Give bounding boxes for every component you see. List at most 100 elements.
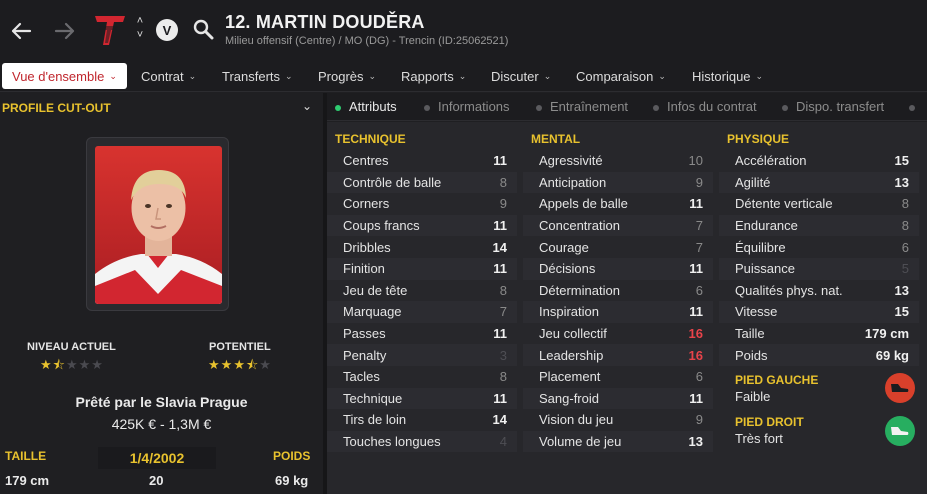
attribute-value: 8 (901, 196, 909, 212)
attribute-name: Jeu de tête (343, 282, 408, 298)
attribute-row[interactable]: Dribbles 14 (327, 236, 517, 258)
attribute-name: Vitesse (735, 304, 778, 320)
attribute-value: 15 (894, 304, 909, 320)
attribute-row[interactable]: Finition 11 (327, 257, 517, 280)
attribute-value: 8 (901, 218, 909, 234)
attribute-row[interactable]: Décisions 11 (523, 257, 713, 280)
attribute-row[interactable]: Penalty 3 (327, 344, 517, 366)
right-foot-value: Très fort (735, 431, 783, 446)
attribute-value: 7 (695, 218, 703, 234)
menu-compare[interactable]: Comparaison ⌄ (572, 63, 670, 89)
attribute-row[interactable]: Anticipation 9 (523, 171, 713, 194)
attribute-row[interactable]: Détermination 6 (523, 280, 713, 302)
attribute-name: Qualités phys. nat. (735, 282, 843, 298)
tab-more[interactable] (909, 99, 923, 114)
chevron-down-icon: ⌄ (543, 70, 552, 81)
menu-label: Discuter (491, 68, 539, 84)
player-photo-frame (86, 137, 229, 311)
attribute-row[interactable]: Accélération 15 (719, 150, 919, 172)
attribute-row[interactable]: Tirs de loin 14 (327, 409, 517, 431)
attribute-row[interactable]: Détente verticale 8 (719, 193, 919, 215)
search-icon[interactable] (192, 18, 216, 42)
attributes-panel: TECHNIQUE Centres 11 Contrôle de balle 8 Cor… (327, 122, 927, 494)
attribute-row[interactable]: Agilité 13 (719, 171, 919, 194)
tab-label: Informations (438, 99, 510, 114)
tab-information[interactable]: Informations (424, 99, 510, 114)
menu-progress[interactable]: Progrès ⌄ (314, 63, 380, 89)
attribute-row[interactable]: Tacles 8 (327, 366, 517, 388)
attribute-row[interactable]: Placement 6 (523, 366, 713, 388)
profile-panel-title: PROFILE CUT-OUT (2, 101, 111, 115)
attribute-name: Taille (735, 326, 765, 342)
right-foot-label: PIED DROIT (735, 415, 804, 429)
chevron-down-icon: ⌄ (755, 70, 764, 81)
tab-contract-info[interactable]: Infos du contrat (653, 99, 757, 114)
tab-training[interactable]: Entraînement (536, 99, 628, 114)
height-value: 179 cm (5, 473, 50, 488)
v-badge[interactable]: V (156, 19, 178, 41)
chevron-down-icon[interactable]: ⌄ (302, 99, 312, 113)
attribute-row[interactable]: Marquage 7 (327, 301, 517, 323)
switch-club-arrows-icon[interactable]: ˄ ˅ (133, 14, 147, 46)
attribute-value: 15 (894, 153, 909, 169)
attribute-row[interactable]: Appels de balle 11 (523, 193, 713, 215)
attribute-value: 9 (499, 196, 507, 212)
profile-panel: PROFILE CUT-OUT ⌄ NIVEAU ACTUEL ★⯪★★★ PO… (0, 93, 323, 494)
attribute-value: 4 (499, 434, 507, 450)
attribute-row[interactable]: Courage 7 (523, 236, 713, 258)
forward-arrow-icon[interactable] (52, 18, 78, 44)
club-logo[interactable] (92, 12, 128, 48)
attribute-row[interactable]: Puissance 5 (719, 257, 919, 280)
attribute-value: 9 (695, 174, 703, 190)
attribute-row[interactable]: Volume de jeu 13 (523, 430, 713, 453)
attribute-row[interactable]: Endurance 8 (719, 214, 919, 237)
attribute-row[interactable]: Qualités phys. nat. 13 (719, 280, 919, 302)
attribute-row[interactable]: Leadership 16 (523, 344, 713, 366)
tab-label: Attributs (349, 99, 397, 114)
attribute-row[interactable]: Concentration 7 (523, 214, 713, 237)
menu-history[interactable]: Historique ⌄ (688, 63, 767, 89)
attribute-row[interactable]: Corners 9 (327, 193, 517, 215)
attribute-row[interactable]: Contrôle de balle 8 (327, 171, 517, 194)
attribute-row[interactable]: Agressivité 10 (523, 150, 713, 172)
attribute-name: Centres (343, 153, 389, 169)
attribute-row[interactable]: Poids 69 kg (719, 344, 919, 366)
menu-discuss[interactable]: Discuter ⌄ (487, 63, 555, 89)
attribute-row[interactable]: Jeu de tête 8 (327, 280, 517, 302)
attribute-name: Agressivité (539, 153, 603, 169)
weight-value: 69 kg (275, 473, 309, 488)
menu-reports[interactable]: Rapports ⌄ (397, 63, 470, 89)
attribute-row[interactable]: Centres 11 (327, 150, 517, 172)
tab-label: Dispo. transfert (796, 99, 885, 114)
menu-overview[interactable]: Vue d'ensemble ⌄ (2, 63, 127, 89)
player-header: ˄ ˅ V 12. MARTIN DOUDĚRA Milieu offensif … (0, 0, 927, 60)
attribute-value: 14 (492, 239, 507, 255)
attribute-row[interactable]: Coups francs 11 (327, 214, 517, 237)
attribute-row[interactable]: Vision du jeu 9 (523, 409, 713, 431)
attribute-name: Tacles (343, 369, 380, 385)
attribute-name: Inspiration (539, 304, 599, 320)
physique-heading: PHYSIQUE (727, 132, 790, 146)
tab-transfer-availability[interactable]: Dispo. transfert (782, 99, 884, 114)
mental-column: MENTAL Agressivité 10 Anticipation 9 Appels … (523, 132, 713, 453)
attribute-name: Touches longues (343, 434, 441, 450)
attribute-row[interactable]: Jeu collectif 16 (523, 323, 713, 345)
attribute-name: Jeu collectif (539, 326, 607, 342)
attribute-row[interactable]: Équilibre 6 (719, 236, 919, 258)
menu-transfers[interactable]: Transferts ⌄ (218, 63, 297, 89)
attribute-row[interactable]: Inspiration 11 (523, 301, 713, 323)
mental-list: Agressivité 10 Anticipation 9 Appels de ball… (523, 150, 713, 453)
attribute-row[interactable]: Taille 179 cm (719, 323, 919, 345)
menu-contract[interactable]: Contrat ⌄ (137, 63, 200, 89)
attribute-name: Agilité (735, 174, 771, 190)
tab-attributes[interactable]: Attributs (335, 99, 397, 114)
loan-info[interactable]: Prêté par le Slavia Prague (0, 394, 323, 410)
potential-stars: ★★★⯪★ (208, 357, 272, 372)
attribute-row[interactable]: Vitesse 15 (719, 301, 919, 323)
attribute-row[interactable]: Passes 11 (327, 323, 517, 345)
attribute-row[interactable]: Technique 11 (327, 387, 517, 410)
attribute-name: Finition (343, 261, 385, 277)
back-arrow-icon[interactable] (8, 18, 34, 44)
attribute-row[interactable]: Sang-froid 11 (523, 387, 713, 410)
attribute-row[interactable]: Touches longues 4 (327, 430, 517, 453)
